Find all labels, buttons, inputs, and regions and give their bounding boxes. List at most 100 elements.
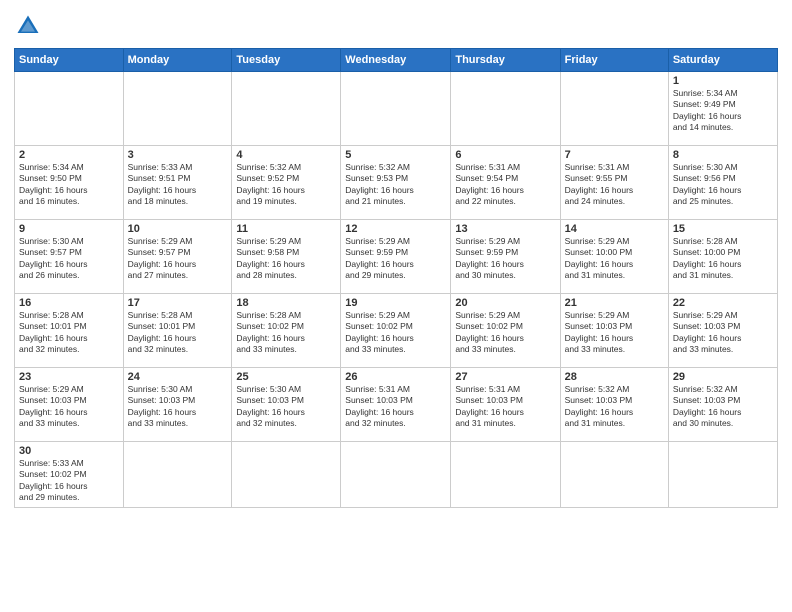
day-info: Sunrise: 5:29 AM Sunset: 10:00 PM Daylig…	[565, 236, 664, 282]
calendar-cell: 24Sunrise: 5:30 AM Sunset: 10:03 PM Dayl…	[123, 368, 232, 442]
day-info: Sunrise: 5:30 AM Sunset: 9:56 PM Dayligh…	[673, 162, 773, 208]
day-number: 2	[19, 149, 119, 161]
calendar-cell: 5Sunrise: 5:32 AM Sunset: 9:53 PM Daylig…	[341, 146, 451, 220]
day-number: 21	[565, 297, 664, 309]
calendar-cell: 15Sunrise: 5:28 AM Sunset: 10:00 PM Dayl…	[668, 220, 777, 294]
weekday-friday: Friday	[560, 49, 668, 72]
calendar-cell: 27Sunrise: 5:31 AM Sunset: 10:03 PM Dayl…	[451, 368, 560, 442]
day-number: 4	[236, 149, 336, 161]
day-info: Sunrise: 5:31 AM Sunset: 9:54 PM Dayligh…	[455, 162, 555, 208]
day-info: Sunrise: 5:29 AM Sunset: 9:57 PM Dayligh…	[128, 236, 228, 282]
calendar-cell: 6Sunrise: 5:31 AM Sunset: 9:54 PM Daylig…	[451, 146, 560, 220]
calendar-cell: 18Sunrise: 5:28 AM Sunset: 10:02 PM Dayl…	[232, 294, 341, 368]
day-info: Sunrise: 5:32 AM Sunset: 10:03 PM Daylig…	[565, 384, 664, 430]
day-number: 17	[128, 297, 228, 309]
weekday-sunday: Sunday	[15, 49, 124, 72]
calendar-cell	[451, 442, 560, 508]
day-info: Sunrise: 5:32 AM Sunset: 9:53 PM Dayligh…	[345, 162, 446, 208]
calendar-week-4: 16Sunrise: 5:28 AM Sunset: 10:01 PM Dayl…	[15, 294, 778, 368]
day-info: Sunrise: 5:29 AM Sunset: 9:59 PM Dayligh…	[345, 236, 446, 282]
day-number: 1	[673, 75, 773, 87]
calendar-cell	[232, 72, 341, 146]
calendar-cell: 4Sunrise: 5:32 AM Sunset: 9:52 PM Daylig…	[232, 146, 341, 220]
calendar-cell	[232, 442, 341, 508]
weekday-thursday: Thursday	[451, 49, 560, 72]
day-number: 20	[455, 297, 555, 309]
day-info: Sunrise: 5:31 AM Sunset: 9:55 PM Dayligh…	[565, 162, 664, 208]
calendar-cell: 26Sunrise: 5:31 AM Sunset: 10:03 PM Dayl…	[341, 368, 451, 442]
day-number: 28	[565, 371, 664, 383]
day-info: Sunrise: 5:32 AM Sunset: 9:52 PM Dayligh…	[236, 162, 336, 208]
day-number: 14	[565, 223, 664, 235]
calendar-week-6: 30Sunrise: 5:33 AM Sunset: 10:02 PM Dayl…	[15, 442, 778, 508]
day-info: Sunrise: 5:28 AM Sunset: 10:00 PM Daylig…	[673, 236, 773, 282]
calendar-table: SundayMondayTuesdayWednesdayThursdayFrid…	[14, 48, 778, 508]
day-number: 24	[128, 371, 228, 383]
day-info: Sunrise: 5:34 AM Sunset: 9:50 PM Dayligh…	[19, 162, 119, 208]
calendar-cell: 12Sunrise: 5:29 AM Sunset: 9:59 PM Dayli…	[341, 220, 451, 294]
day-info: Sunrise: 5:29 AM Sunset: 9:58 PM Dayligh…	[236, 236, 336, 282]
day-info: Sunrise: 5:33 AM Sunset: 9:51 PM Dayligh…	[128, 162, 228, 208]
calendar-cell: 30Sunrise: 5:33 AM Sunset: 10:02 PM Dayl…	[15, 442, 124, 508]
day-number: 11	[236, 223, 336, 235]
day-info: Sunrise: 5:28 AM Sunset: 10:01 PM Daylig…	[128, 310, 228, 356]
calendar-cell	[451, 72, 560, 146]
calendar-cell	[123, 442, 232, 508]
logo	[14, 12, 46, 40]
calendar-cell: 1Sunrise: 5:34 AM Sunset: 9:49 PM Daylig…	[668, 72, 777, 146]
calendar-cell	[560, 72, 668, 146]
calendar-cell: 25Sunrise: 5:30 AM Sunset: 10:03 PM Dayl…	[232, 368, 341, 442]
calendar-cell: 21Sunrise: 5:29 AM Sunset: 10:03 PM Dayl…	[560, 294, 668, 368]
day-number: 9	[19, 223, 119, 235]
day-info: Sunrise: 5:29 AM Sunset: 10:02 PM Daylig…	[455, 310, 555, 356]
calendar-cell: 3Sunrise: 5:33 AM Sunset: 9:51 PM Daylig…	[123, 146, 232, 220]
day-number: 15	[673, 223, 773, 235]
day-info: Sunrise: 5:29 AM Sunset: 10:03 PM Daylig…	[19, 384, 119, 430]
day-info: Sunrise: 5:31 AM Sunset: 10:03 PM Daylig…	[345, 384, 446, 430]
day-number: 5	[345, 149, 446, 161]
calendar-cell: 22Sunrise: 5:29 AM Sunset: 10:03 PM Dayl…	[668, 294, 777, 368]
calendar-cell: 20Sunrise: 5:29 AM Sunset: 10:02 PM Dayl…	[451, 294, 560, 368]
calendar-cell: 19Sunrise: 5:29 AM Sunset: 10:02 PM Dayl…	[341, 294, 451, 368]
calendar-cell: 11Sunrise: 5:29 AM Sunset: 9:58 PM Dayli…	[232, 220, 341, 294]
weekday-monday: Monday	[123, 49, 232, 72]
day-number: 8	[673, 149, 773, 161]
day-info: Sunrise: 5:30 AM Sunset: 9:57 PM Dayligh…	[19, 236, 119, 282]
weekday-wednesday: Wednesday	[341, 49, 451, 72]
day-number: 30	[19, 445, 119, 457]
day-number: 6	[455, 149, 555, 161]
calendar-cell: 8Sunrise: 5:30 AM Sunset: 9:56 PM Daylig…	[668, 146, 777, 220]
day-number: 29	[673, 371, 773, 383]
day-info: Sunrise: 5:30 AM Sunset: 10:03 PM Daylig…	[128, 384, 228, 430]
calendar-cell: 16Sunrise: 5:28 AM Sunset: 10:01 PM Dayl…	[15, 294, 124, 368]
day-number: 3	[128, 149, 228, 161]
day-info: Sunrise: 5:29 AM Sunset: 10:03 PM Daylig…	[565, 310, 664, 356]
calendar-cell	[668, 442, 777, 508]
calendar-cell	[123, 72, 232, 146]
day-number: 26	[345, 371, 446, 383]
day-info: Sunrise: 5:34 AM Sunset: 9:49 PM Dayligh…	[673, 88, 773, 134]
day-number: 13	[455, 223, 555, 235]
calendar-week-1: 1Sunrise: 5:34 AM Sunset: 9:49 PM Daylig…	[15, 72, 778, 146]
calendar-cell: 2Sunrise: 5:34 AM Sunset: 9:50 PM Daylig…	[15, 146, 124, 220]
day-number: 12	[345, 223, 446, 235]
day-info: Sunrise: 5:28 AM Sunset: 10:02 PM Daylig…	[236, 310, 336, 356]
calendar-cell: 9Sunrise: 5:30 AM Sunset: 9:57 PM Daylig…	[15, 220, 124, 294]
day-info: Sunrise: 5:31 AM Sunset: 10:03 PM Daylig…	[455, 384, 555, 430]
calendar-cell: 10Sunrise: 5:29 AM Sunset: 9:57 PM Dayli…	[123, 220, 232, 294]
calendar-cell	[560, 442, 668, 508]
logo-icon	[14, 12, 42, 40]
page: SundayMondayTuesdayWednesdayThursdayFrid…	[0, 0, 792, 612]
day-info: Sunrise: 5:33 AM Sunset: 10:02 PM Daylig…	[19, 458, 119, 504]
day-number: 25	[236, 371, 336, 383]
day-number: 7	[565, 149, 664, 161]
day-number: 22	[673, 297, 773, 309]
day-info: Sunrise: 5:28 AM Sunset: 10:01 PM Daylig…	[19, 310, 119, 356]
weekday-tuesday: Tuesday	[232, 49, 341, 72]
calendar-cell	[341, 72, 451, 146]
weekday-header-row: SundayMondayTuesdayWednesdayThursdayFrid…	[15, 49, 778, 72]
calendar-cell: 13Sunrise: 5:29 AM Sunset: 9:59 PM Dayli…	[451, 220, 560, 294]
calendar-cell: 7Sunrise: 5:31 AM Sunset: 9:55 PM Daylig…	[560, 146, 668, 220]
calendar-cell: 28Sunrise: 5:32 AM Sunset: 10:03 PM Dayl…	[560, 368, 668, 442]
calendar-cell	[341, 442, 451, 508]
